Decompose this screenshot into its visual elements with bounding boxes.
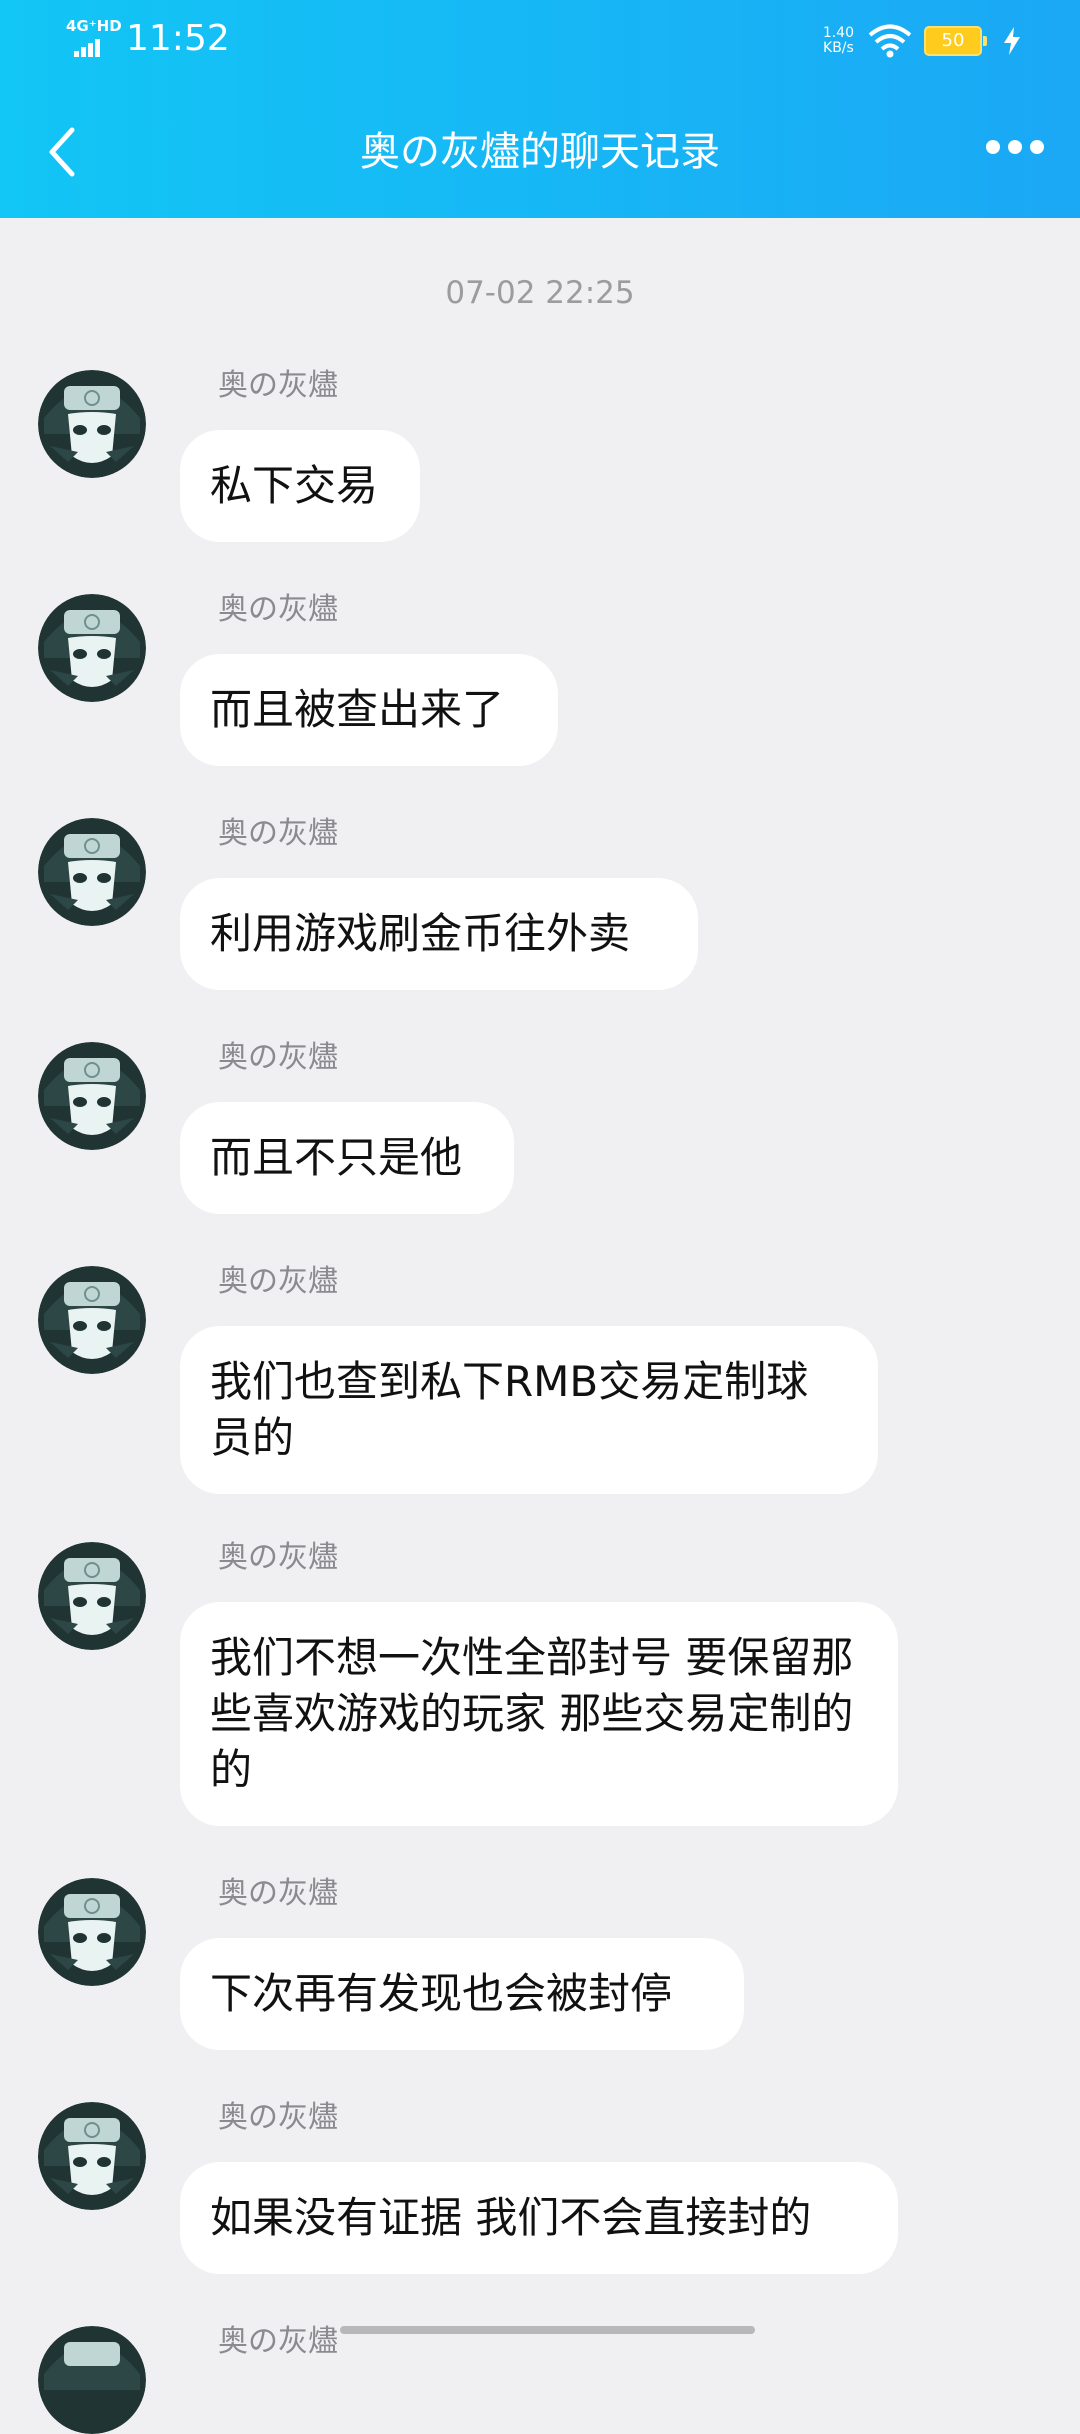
message-bubble[interactable]: 我们不想一次性全部封号 要保留那些喜欢游戏的玩家 那些交易定制的的 (180, 1602, 898, 1826)
avatar[interactable] (38, 370, 146, 478)
avatar[interactable] (38, 1878, 146, 1986)
chat-timestamp: 07-02 22:25 (445, 275, 635, 311)
avatar[interactable] (38, 2326, 146, 2434)
app-header: 4G⁺HD 11:52 1.40 KB/s 50 奥の灰燼的聊天记录 (0, 0, 1080, 218)
avatar[interactable] (38, 2102, 146, 2210)
status-bar-left: 4G⁺HD 11:52 (66, 17, 230, 60)
message-bubble[interactable]: 私下交易 (180, 430, 420, 542)
avatar[interactable] (38, 1266, 146, 1374)
message-bubble[interactable]: 而且不只是他 (180, 1102, 514, 1214)
sender-name: 奥の灰燼 (218, 1876, 338, 1911)
status-bar-right: 1.40 KB/s 50 (823, 24, 1022, 58)
sender-name: 奥の灰燼 (218, 1264, 338, 1299)
network-speed: 1.40 KB/s (823, 26, 854, 56)
sender-name: 奥の灰燼 (218, 1540, 338, 1575)
network-type: 4G⁺HD (66, 16, 122, 35)
home-indicator[interactable] (340, 2326, 755, 2334)
speed-value: 1.40 (822, 25, 854, 41)
charging-bolt-icon (1004, 27, 1020, 55)
cell-signal-icon: 4G⁺HD (66, 17, 122, 59)
message-bubble[interactable]: 利用游戏刷金币往外卖 (180, 878, 698, 990)
message-bubble[interactable]: 下次再有发现也会被封停 (180, 1938, 744, 2050)
avatar[interactable] (38, 818, 146, 926)
more-dots-icon[interactable] (978, 140, 1044, 154)
page-title: 奥の灰燼的聊天记录 (360, 129, 720, 175)
battery-level: 50 (941, 30, 965, 51)
avatar[interactable] (38, 1542, 146, 1650)
message-bubble[interactable]: 如果没有证据 我们不会直接封的 (180, 2162, 898, 2274)
avatar[interactable] (38, 1042, 146, 1150)
back-chevron-icon[interactable] (44, 124, 84, 180)
wifi-icon (868, 24, 912, 58)
message-bubble[interactable]: 我们也查到私下RMB交易定制球员的 (180, 1326, 878, 1494)
battery-icon: 50 (924, 26, 987, 56)
sender-name: 奥の灰燼 (218, 816, 338, 851)
status-time: 11:52 (126, 18, 230, 59)
avatar[interactable] (38, 594, 146, 702)
sender-name: 奥の灰燼 (218, 2324, 338, 2359)
sender-name: 奥の灰燼 (218, 368, 338, 403)
message-bubble[interactable]: 而且被查出来了 (180, 654, 558, 766)
speed-unit: KB/s (823, 40, 854, 56)
sender-name: 奥の灰燼 (218, 592, 338, 627)
sender-name: 奥の灰燼 (218, 1040, 338, 1075)
sender-name: 奥の灰燼 (218, 2100, 338, 2135)
